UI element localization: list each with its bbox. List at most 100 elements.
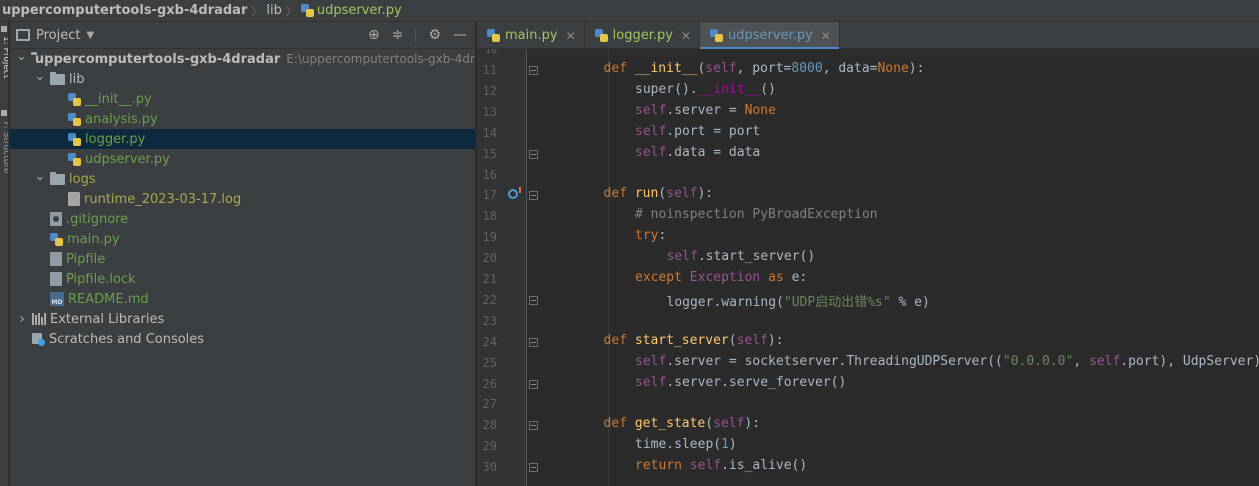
code-token: def	[603, 332, 635, 348]
tree-item[interactable]: main.py	[10, 229, 475, 249]
chevron-down-icon[interactable]: ⌄	[16, 49, 27, 64]
code-line[interactable]: logger.warning("UDP启动出错%s" % e)	[667, 291, 930, 310]
tree-item[interactable]: analysis.py	[10, 109, 475, 129]
code-token: .server.serve_forever()	[666, 374, 847, 390]
tree-item[interactable]: Pipfile	[10, 249, 475, 269]
line-number: 22	[482, 292, 497, 307]
fold-marker-icon[interactable]	[529, 463, 538, 473]
tree-item-label: logger.py	[85, 131, 146, 147]
code-line[interactable]: self.start_server()	[667, 249, 816, 264]
tree-item-label: lib	[69, 71, 85, 87]
editor-gutter[interactable]: 10 11 12 13 14 15 16 17 18 19 20 21 22 23 24 25 26 27 28 2…	[477, 49, 527, 486]
breadcrumb-file[interactable]: udpserver.py	[317, 3, 402, 18]
tree-item[interactable]: › External Libraries	[10, 309, 475, 329]
code-line[interactable]: time.sleep(1)	[635, 437, 737, 452]
tree-item[interactable]: MD README.md	[10, 289, 475, 309]
target-icon[interactable]: ⊕	[368, 27, 380, 43]
line-number: 11	[482, 63, 497, 77]
code-editor[interactable]: 10 11 12 13 14 15 16 17 18 19 20 21 22 23 24 25 26 27 28 2…	[477, 49, 1259, 486]
folder-icon	[50, 171, 65, 185]
code-token: except	[635, 270, 690, 285]
code-line[interactable]: def __init__(self, port=8000, data=None)…	[604, 61, 925, 76]
code-line[interactable]: self.server = None	[635, 103, 776, 118]
python-file-icon	[68, 92, 81, 106]
minimize-icon[interactable]: —	[453, 27, 467, 43]
fold-marker-icon[interactable]	[529, 295, 538, 305]
code-token: # noinspection PyBroadException	[635, 207, 878, 223]
editor-tab-bar: main.py ✕ logger.py ✕ udpserver.py ✕	[477, 22, 1259, 50]
code-token: self	[635, 102, 667, 118]
tree-item[interactable]: logger.py	[10, 129, 475, 149]
tree-item[interactable]: Pipfile.lock	[10, 269, 475, 289]
chevron-down-icon[interactable]: ⌄	[34, 69, 46, 84]
gear-icon[interactable]: ⚙	[428, 27, 441, 43]
python-file-icon	[50, 232, 63, 246]
code-line[interactable]: self.port = port	[635, 124, 760, 139]
tree-item[interactable]: ⌄ uppercomputertools-gxb-4dradar E:\upperc…	[10, 49, 475, 69]
line-number: 24	[482, 334, 497, 349]
tree-item-label: README.md	[68, 291, 149, 307]
line-number: 21	[482, 272, 497, 286]
fold-marker-icon[interactable]	[529, 421, 538, 431]
code-token: None	[877, 61, 909, 76]
code-line[interactable]: super().__init__()	[635, 82, 776, 97]
tree-item[interactable]: .gitignore	[10, 209, 475, 229]
navigation-bar: uppercomputertools-gxb-4dradar 〉 lib 〉 u…	[0, 0, 1259, 22]
code-token: as	[760, 270, 792, 285]
fold-marker-icon[interactable]	[529, 149, 538, 159]
tree-item[interactable]: ⌄ lib	[10, 69, 475, 89]
code-token: run	[634, 186, 659, 202]
code-line[interactable]: except Exception as e:	[635, 270, 807, 285]
code-token: self	[689, 458, 722, 474]
tree-item[interactable]: udpserver.py	[10, 149, 475, 169]
tool-tab-project[interactable]: 1: Project	[0, 36, 8, 78]
editor-tab[interactable]: main.py ✕	[477, 22, 585, 49]
markdown-file-icon: MD	[50, 292, 64, 306]
project-panel-title[interactable]: Project	[36, 28, 80, 43]
python-file-icon	[594, 29, 608, 42]
close-icon[interactable]: ✕	[566, 29, 576, 43]
chevron-down-icon[interactable]: ▼	[86, 30, 94, 41]
fold-marker-icon[interactable]	[529, 337, 538, 347]
editor-tab[interactable]: udpserver.py ✕	[699, 22, 840, 50]
code-token: self	[1088, 353, 1121, 369]
fold-marker-icon[interactable]	[529, 191, 538, 201]
tree-item[interactable]: ⌄ logs	[10, 169, 475, 189]
line-number: 26	[482, 376, 497, 391]
chevron-right-icon[interactable]: ›	[16, 311, 28, 327]
code-token: :	[658, 228, 667, 244]
python-file-icon	[487, 29, 500, 42]
code-line[interactable]: self.server.serve_forever()	[635, 375, 846, 390]
code-line[interactable]: self.server = socketserver.ThreadingUDPS…	[635, 354, 1259, 369]
code-token: self	[635, 123, 667, 139]
chevron-down-icon[interactable]: ⌄	[34, 169, 46, 184]
code-line[interactable]: def get_state(self):	[604, 416, 761, 431]
close-icon[interactable]: ✕	[821, 29, 831, 43]
python-file-icon	[68, 132, 81, 146]
fold-marker-icon[interactable]	[529, 66, 538, 75]
tree-item-label: Scratches and Consoles	[49, 331, 205, 347]
tool-tab-structure[interactable]: 7: Structure	[0, 120, 8, 174]
collapse-icon[interactable]: ≑	[392, 27, 404, 43]
fold-marker-icon[interactable]	[529, 379, 538, 389]
code-line[interactable]: return self.is_alive()	[635, 458, 807, 473]
line-number: 18	[482, 209, 497, 224]
code-line[interactable]: try:	[635, 228, 666, 243]
scratches-icon	[32, 332, 45, 346]
breadcrumb-project[interactable]: uppercomputertools-gxb-4dradar	[2, 3, 247, 18]
editor-tab-label: udpserver.py	[727, 28, 813, 43]
breadcrumb-folder[interactable]: lib	[266, 3, 281, 18]
tree-item[interactable]: __init__.py	[10, 89, 475, 109]
code-area[interactable]: def __init__(self, port=8000, data=None)…	[528, 49, 1259, 486]
code-line[interactable]: self.data = data	[635, 145, 760, 160]
breadcrumb-separator-icon: 〉	[285, 4, 297, 18]
code-line[interactable]: # noinspection PyBroadException	[635, 207, 878, 222]
close-icon[interactable]: ✕	[681, 29, 691, 43]
code-line[interactable]: def start_server(self):	[604, 333, 784, 348]
code-line[interactable]: def run(self):	[604, 186, 714, 201]
tree-item[interactable]: Scratches and Consoles	[10, 329, 475, 349]
structure-tool-icon	[1, 110, 7, 116]
tree-item[interactable]: runtime_2023-03-17.log	[10, 189, 475, 209]
editor-tab[interactable]: logger.py ✕	[585, 22, 700, 49]
override-method-icon[interactable]	[508, 187, 521, 200]
